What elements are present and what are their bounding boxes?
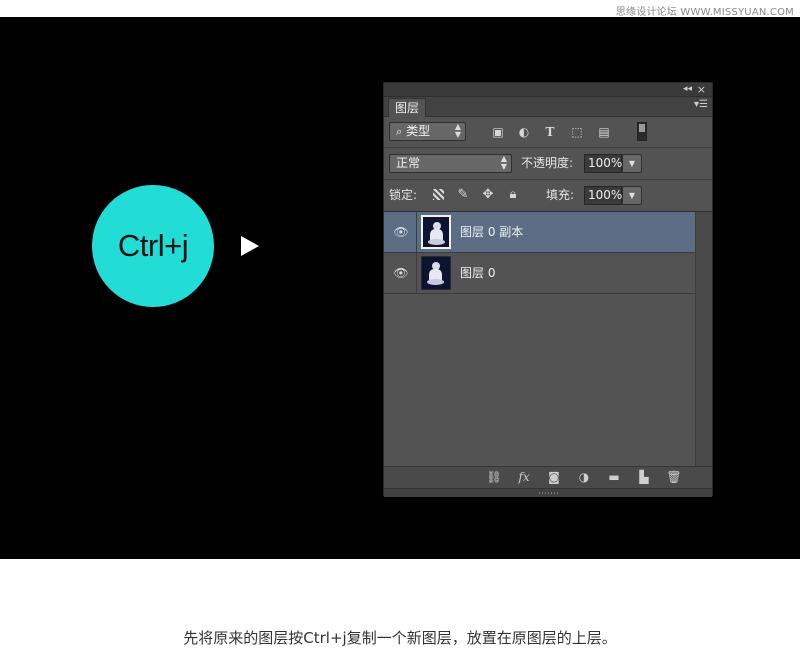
top-strip: 思缘设计论坛 WWW.MISSYUAN.COM <box>0 0 800 18</box>
shortcut-label: Ctrl+j <box>117 228 189 263</box>
fill-input[interactable]: 100% <box>584 186 622 205</box>
opacity-input[interactable]: 100% <box>584 154 622 173</box>
eye-icon[interactable]: 👁︎ <box>393 265 409 281</box>
layer-thumbnail <box>421 215 451 249</box>
layer-name[interactable]: 图层 0 副本 <box>460 212 523 253</box>
lock-label: 锁定: <box>389 188 418 202</box>
watermark: 思缘设计论坛 WWW.MISSYUAN.COM <box>615 7 794 18</box>
adjustment-layer-icon[interactable]: ◑ <box>575 469 593 486</box>
blend-row: 正常 ▲ ▼ 不透明度: 100% ▼ <box>384 148 712 180</box>
trash-icon[interactable]: 🗑︎ <box>665 469 683 486</box>
mask-icon[interactable]: ◙ <box>545 469 563 486</box>
opacity-label: 不透明度: <box>521 156 574 170</box>
panel-bottom-toolbar: ⛓︎ fx ◙ ◑ ▬ ▙ 🗑︎ <box>384 466 712 488</box>
lock-position-icon[interactable]: ✥ <box>480 186 496 204</box>
new-layer-icon[interactable]: ▙ <box>635 469 653 486</box>
lock-image-pixels-icon[interactable]: ✎ <box>455 186 471 204</box>
fill-dropdown-button[interactable]: ▼ <box>622 186 642 205</box>
updown-icon: ▲ ▼ <box>454 122 461 139</box>
eye-icon[interactable]: 👁︎ <box>393 224 409 240</box>
lock-all-icon[interactable]: 🔒︎ <box>505 186 521 204</box>
opacity-dropdown-button[interactable]: ▼ <box>622 154 642 173</box>
layer-list-scrollbar[interactable] <box>695 212 712 466</box>
shortcut-circle: Ctrl+j <box>92 185 214 307</box>
panel-menu-icon[interactable]: ▾☰ <box>694 99 708 110</box>
layer-list: 👁︎ 图层 0 副本 👁︎ 图层 0 <box>384 212 696 466</box>
layers-panel: ◂◂ × 图层 ▾☰ ⌕ 类型 ▲ ▼ ▣ ◐ T ⬚ ▤ 正常 ▲ ▼ 不透明度: … <box>383 82 713 497</box>
fill-label: 填充: <box>546 188 575 202</box>
smart-object-filter-icon[interactable]: ▤ <box>597 125 611 139</box>
filter-row: ⌕ 类型 ▲ ▼ ▣ ◐ T ⬚ ▤ <box>384 117 712 148</box>
layer-thumbnail <box>421 256 451 290</box>
layer-row-original[interactable]: 👁︎ 图层 0 <box>384 253 696 294</box>
layer-row-copy[interactable]: 👁︎ 图层 0 副本 <box>384 212 696 253</box>
image-filter-icon[interactable]: ▣ <box>491 125 505 139</box>
panel-tab-row: 图层 ▾☰ <box>384 97 712 117</box>
search-icon: ⌕ <box>396 125 403 138</box>
type-filter-icon[interactable]: T <box>543 125 557 139</box>
lock-transparent-pixels-icon[interactable] <box>430 186 446 204</box>
group-folder-icon[interactable]: ▬ <box>605 469 623 486</box>
link-layers-icon[interactable]: ⛓︎ <box>485 469 503 486</box>
fx-icon[interactable]: fx <box>515 469 533 486</box>
blend-mode-dropdown[interactable]: 正常 ▲ ▼ <box>389 154 512 173</box>
filter-toggle[interactable] <box>637 122 647 141</box>
caption: 先将原来的图层按Ctrl+j复制一个新图层，放置在原图层的上层。 <box>183 629 617 647</box>
panel-resize-grip[interactable] <box>384 488 712 497</box>
adjustment-filter-icon[interactable]: ◐ <box>517 125 531 139</box>
filter-type-dropdown[interactable]: ⌕ 类型 ▲ ▼ <box>389 122 466 141</box>
panel-title-bar[interactable]: ◂◂ × <box>384 83 712 97</box>
tab-layers[interactable]: 图层 <box>388 98 427 117</box>
close-icon[interactable]: × <box>697 83 706 96</box>
filter-type-label: 类型 <box>406 124 431 138</box>
blend-mode-value: 正常 <box>396 156 421 170</box>
collapse-icon[interactable]: ◂◂ <box>683 83 692 96</box>
lock-row: 锁定: ✎ ✥ 🔒︎ 填充: 100% ▼ <box>384 180 712 212</box>
layer-name[interactable]: 图层 0 <box>460 253 495 294</box>
play-arrow-icon <box>241 236 259 256</box>
shape-filter-icon[interactable]: ⬚ <box>570 125 584 139</box>
divider <box>416 212 417 252</box>
updown-icon: ▲ ▼ <box>500 154 507 171</box>
divider <box>416 253 417 293</box>
